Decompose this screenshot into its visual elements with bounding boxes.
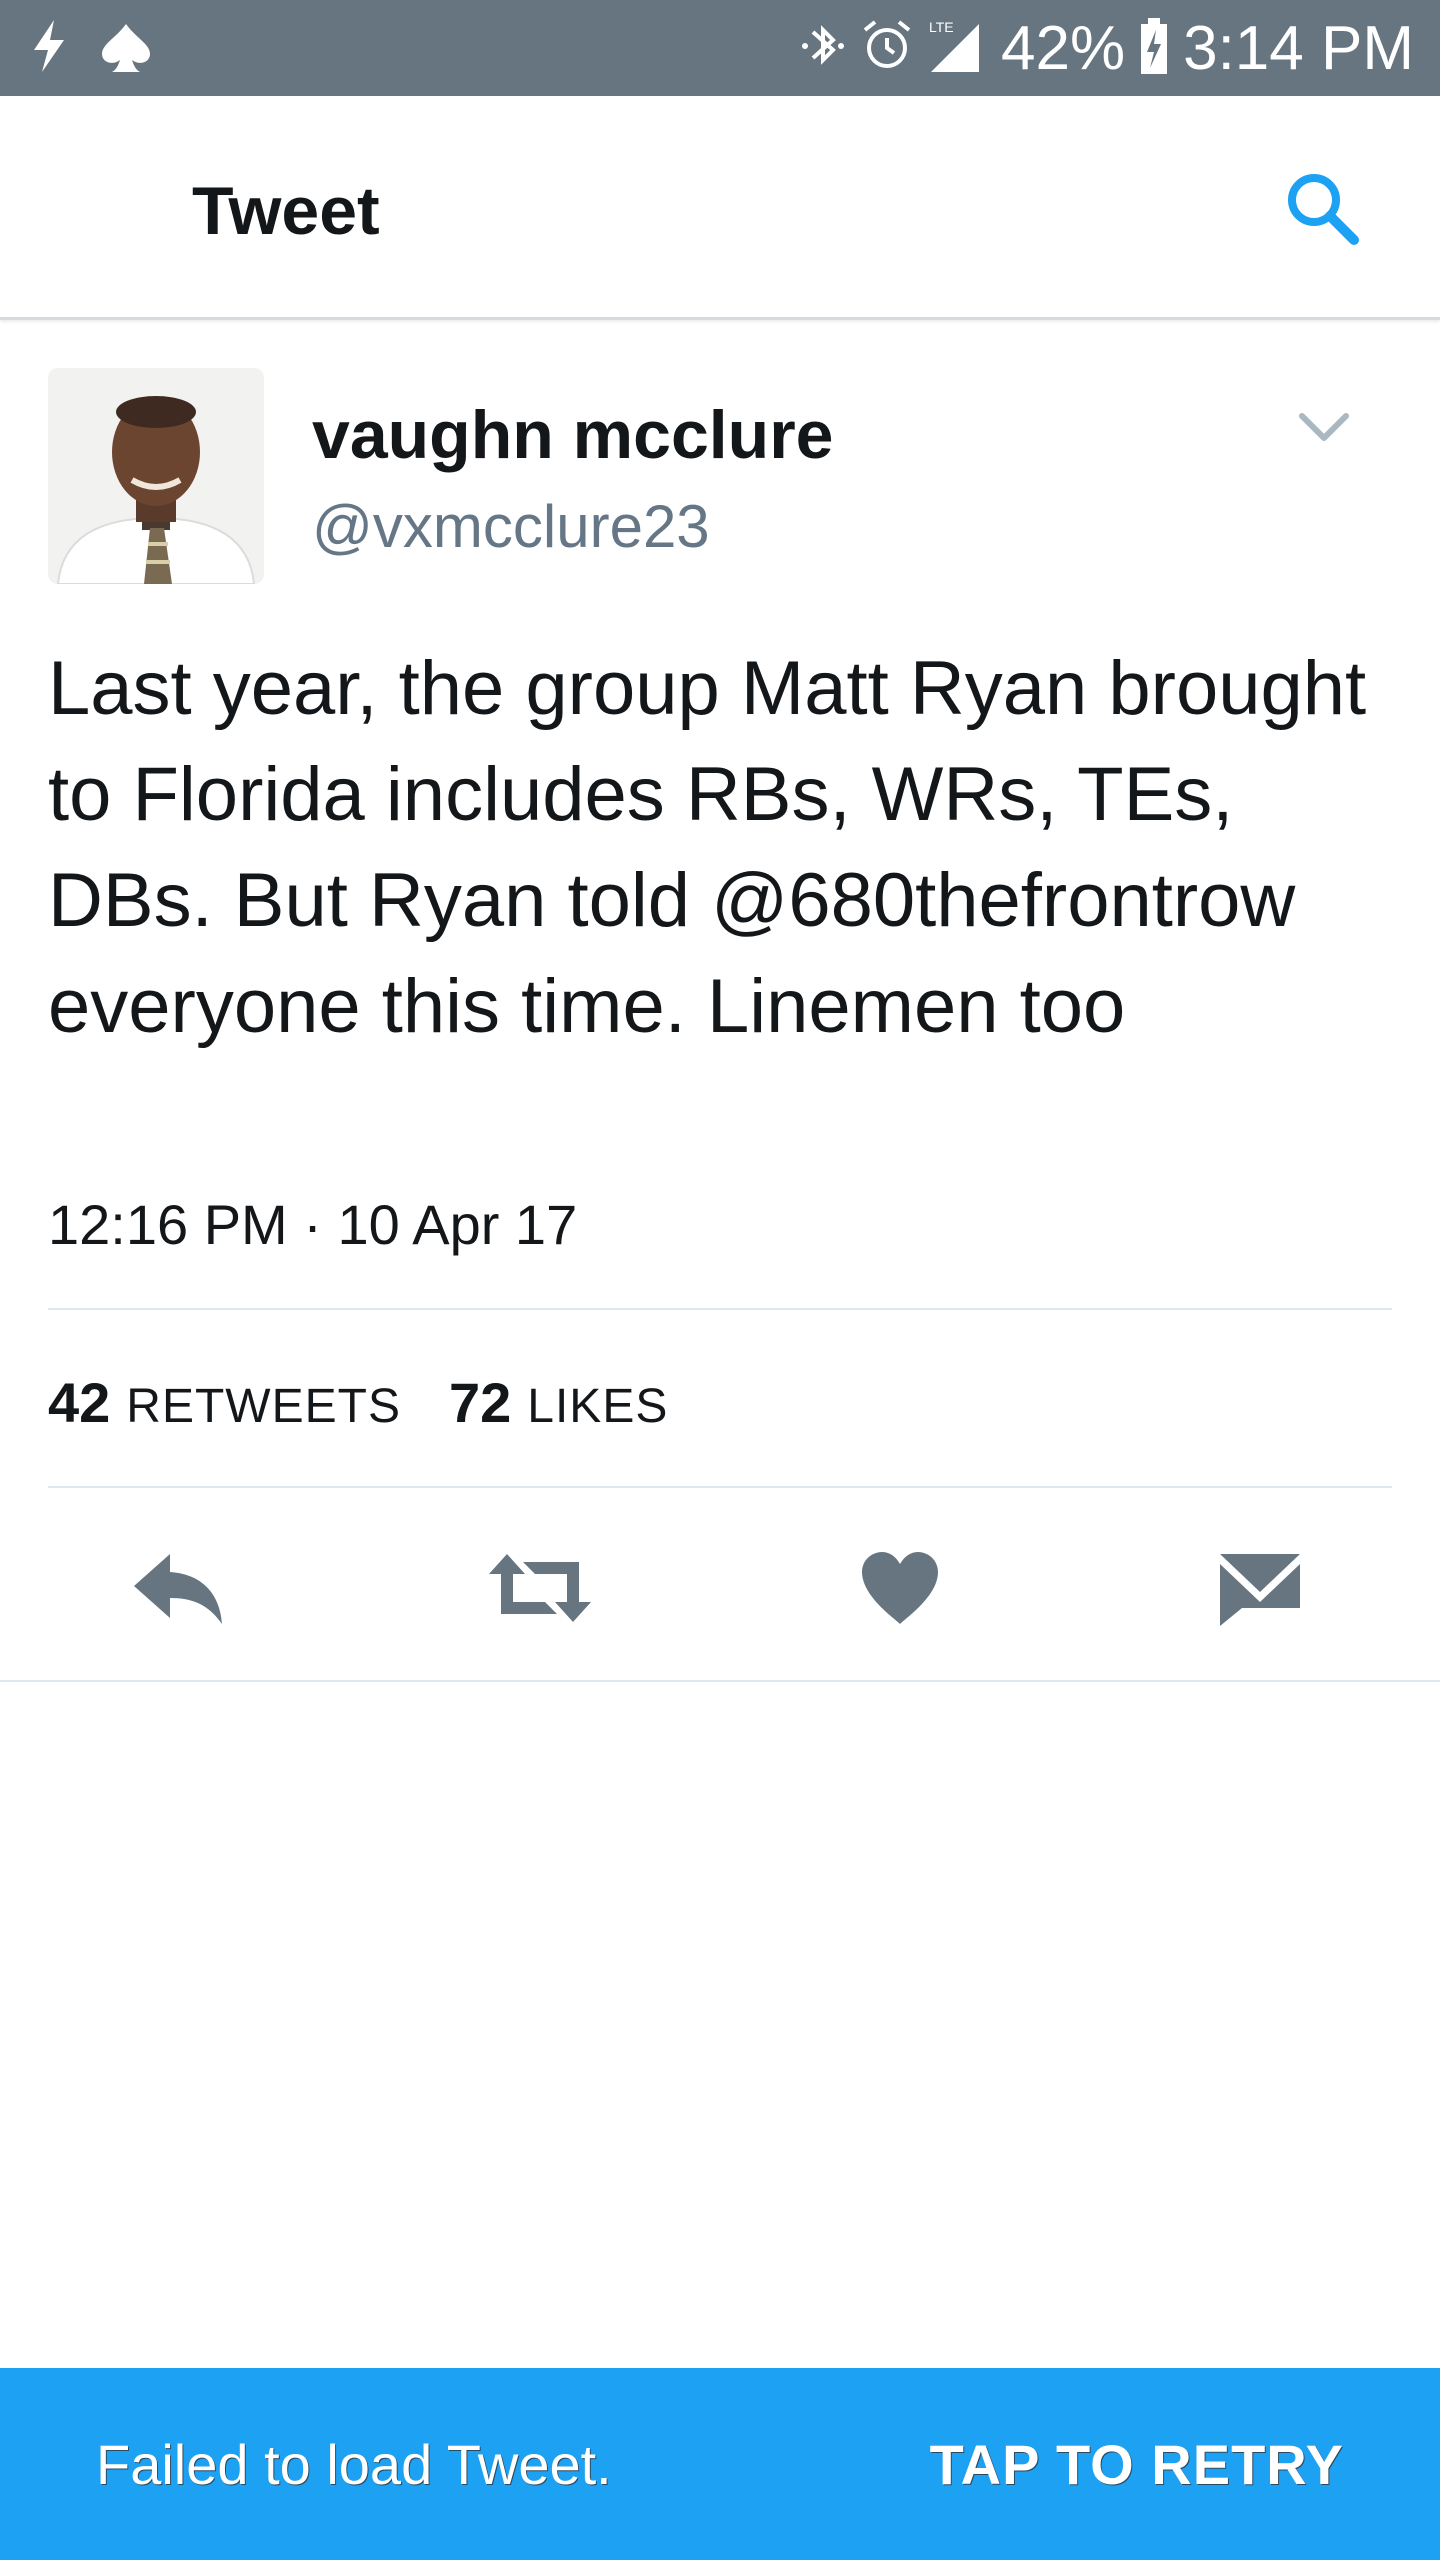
status-left-icons — [28, 18, 154, 79]
bluetooth-icon — [799, 18, 847, 79]
retweet-icon — [489, 1554, 591, 1622]
search-icon — [1288, 174, 1359, 245]
status-bar: LTE 42% 3:14 PM — [0, 0, 1440, 96]
clock: 3:14 PM — [1183, 13, 1414, 83]
retry-button[interactable]: TAP TO RETRY — [930, 2432, 1344, 2497]
tweet-timestamp: 12:16 PM · 10 Apr 17 — [48, 1193, 578, 1256]
retweet-button[interactable] — [480, 1528, 600, 1648]
reply-button[interactable] — [120, 1528, 240, 1648]
chevron-down-icon — [1299, 413, 1349, 441]
retweets-label[interactable]: RETWEETS — [126, 1379, 401, 1434]
direct-message-icon — [1220, 1554, 1300, 1626]
app-bar: Tweet — [0, 96, 1440, 320]
direct-message-button[interactable] — [1200, 1528, 1320, 1648]
display-name[interactable]: vaughn mcclure — [312, 396, 834, 474]
profile-photo — [48, 368, 264, 584]
svg-text:LTE: LTE — [929, 19, 954, 35]
tweet-options-button[interactable] — [1296, 408, 1352, 448]
user-handle[interactable]: @vxmcclure23 — [312, 492, 710, 561]
like-button[interactable] — [840, 1528, 960, 1648]
signal-icon: LTE — [927, 16, 987, 81]
tweet-action-bar — [0, 1528, 1440, 1648]
divider — [48, 1308, 1392, 1310]
divider — [0, 1680, 1440, 1682]
snackbar-message: Failed to load Tweet. — [96, 2433, 612, 2496]
divider — [48, 1486, 1392, 1488]
like-icon — [862, 1552, 938, 1624]
battery-charging-icon — [1139, 16, 1169, 81]
flash-icon — [28, 18, 68, 79]
search-button[interactable] — [1282, 168, 1362, 248]
likes-label[interactable]: LIKES — [527, 1379, 668, 1434]
battery-percent: 42% — [1001, 13, 1126, 83]
page-title: Tweet — [192, 173, 380, 249]
spade-icon — [98, 18, 154, 79]
avatar[interactable] — [48, 368, 264, 584]
status-right-icons: LTE 42% 3:14 PM — [799, 12, 1414, 84]
like-count[interactable]: 72 — [449, 1370, 511, 1435]
tweet-text: Last year, the group Matt Ryan brought t… — [48, 646, 1367, 1049]
snackbar: Failed to load Tweet. TAP TO RETRY — [0, 2368, 1440, 2560]
reply-icon — [134, 1554, 222, 1624]
alarm-icon — [861, 18, 913, 79]
retweet-count[interactable]: 42 — [48, 1370, 110, 1435]
tweet-stats: 42 RETWEETS 72 LIKES — [48, 1370, 716, 1435]
